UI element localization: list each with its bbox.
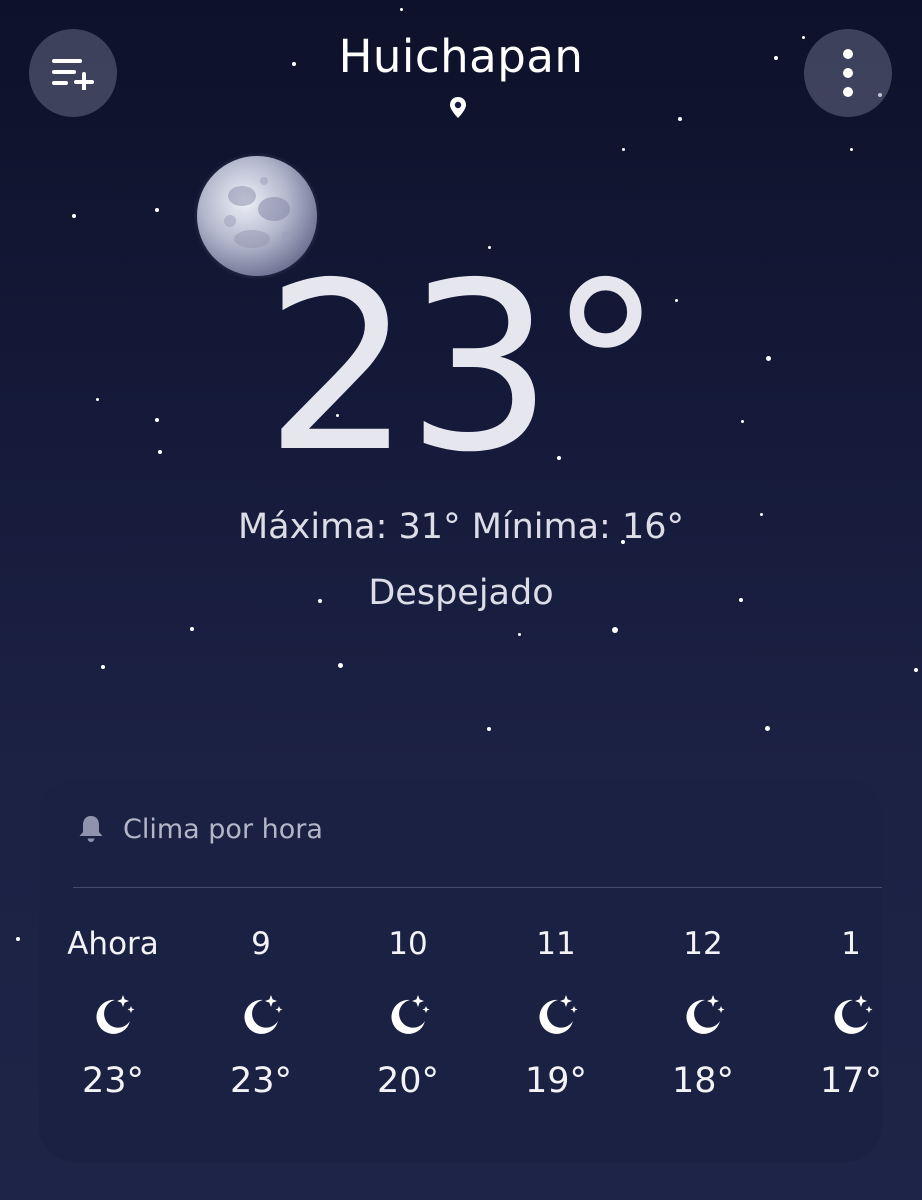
current-temperature: 23° xyxy=(264,233,663,503)
star xyxy=(338,663,343,668)
star xyxy=(765,726,770,731)
city-name: Huichapan xyxy=(338,30,584,83)
star xyxy=(190,627,194,631)
hourly-forecast-title: Clima por hora xyxy=(123,813,323,845)
moon-stars-icon xyxy=(777,979,882,1051)
moon-stars-icon xyxy=(39,979,187,1051)
star xyxy=(678,117,682,121)
hourly-temperature: 23° xyxy=(229,1061,293,1101)
star xyxy=(16,937,20,941)
moon-stars-icon xyxy=(482,979,630,1051)
high-low-temperature: Máxima: 31° Mínima: 16° xyxy=(237,507,685,547)
hourly-time: 1 xyxy=(841,926,861,962)
moon-stars-icon xyxy=(334,979,482,1051)
star xyxy=(518,633,521,636)
hourly-forecast-header: Clima por hora xyxy=(75,813,323,845)
hourly-forecast-card: Clima por hora Ahora 23° 9 23° 10 20° 11 19° 12 1… xyxy=(39,779,882,1162)
hourly-time: 10 xyxy=(388,926,428,962)
weather-condition: Despejado xyxy=(368,573,554,613)
hourly-item: 11 19° xyxy=(482,919,630,1101)
hourly-time: 9 xyxy=(251,926,271,962)
star xyxy=(612,627,618,633)
hourly-item: 12 18° xyxy=(629,919,777,1101)
hourly-item: Ahora 23° xyxy=(39,919,187,1101)
star xyxy=(914,668,918,672)
bell-icon xyxy=(75,813,107,845)
moon-stars-icon xyxy=(187,979,335,1051)
star xyxy=(155,208,159,212)
hourly-time: 11 xyxy=(536,926,576,962)
hourly-temperature: 19° xyxy=(524,1061,588,1101)
hourly-time: Ahora xyxy=(67,926,159,962)
hourly-temperature: 17° xyxy=(819,1061,882,1101)
star xyxy=(622,148,625,151)
divider xyxy=(73,887,882,888)
hourly-temperature: 18° xyxy=(671,1061,735,1101)
star xyxy=(850,148,853,151)
hourly-time: 12 xyxy=(683,926,723,962)
star xyxy=(400,8,403,11)
hourly-item: 1 17° xyxy=(777,919,882,1101)
more-options-button[interactable] xyxy=(804,29,892,117)
hourly-temperature: 23° xyxy=(81,1061,145,1101)
hourly-item: 10 20° xyxy=(334,919,482,1101)
location-pin-icon xyxy=(447,95,469,121)
star xyxy=(487,727,491,731)
moon-stars-icon xyxy=(629,979,777,1051)
more-vertical-icon xyxy=(842,48,854,98)
star xyxy=(101,665,105,669)
star xyxy=(72,214,76,218)
hourly-temperature: 20° xyxy=(376,1061,440,1101)
hourly-item: 9 23° xyxy=(187,919,335,1101)
